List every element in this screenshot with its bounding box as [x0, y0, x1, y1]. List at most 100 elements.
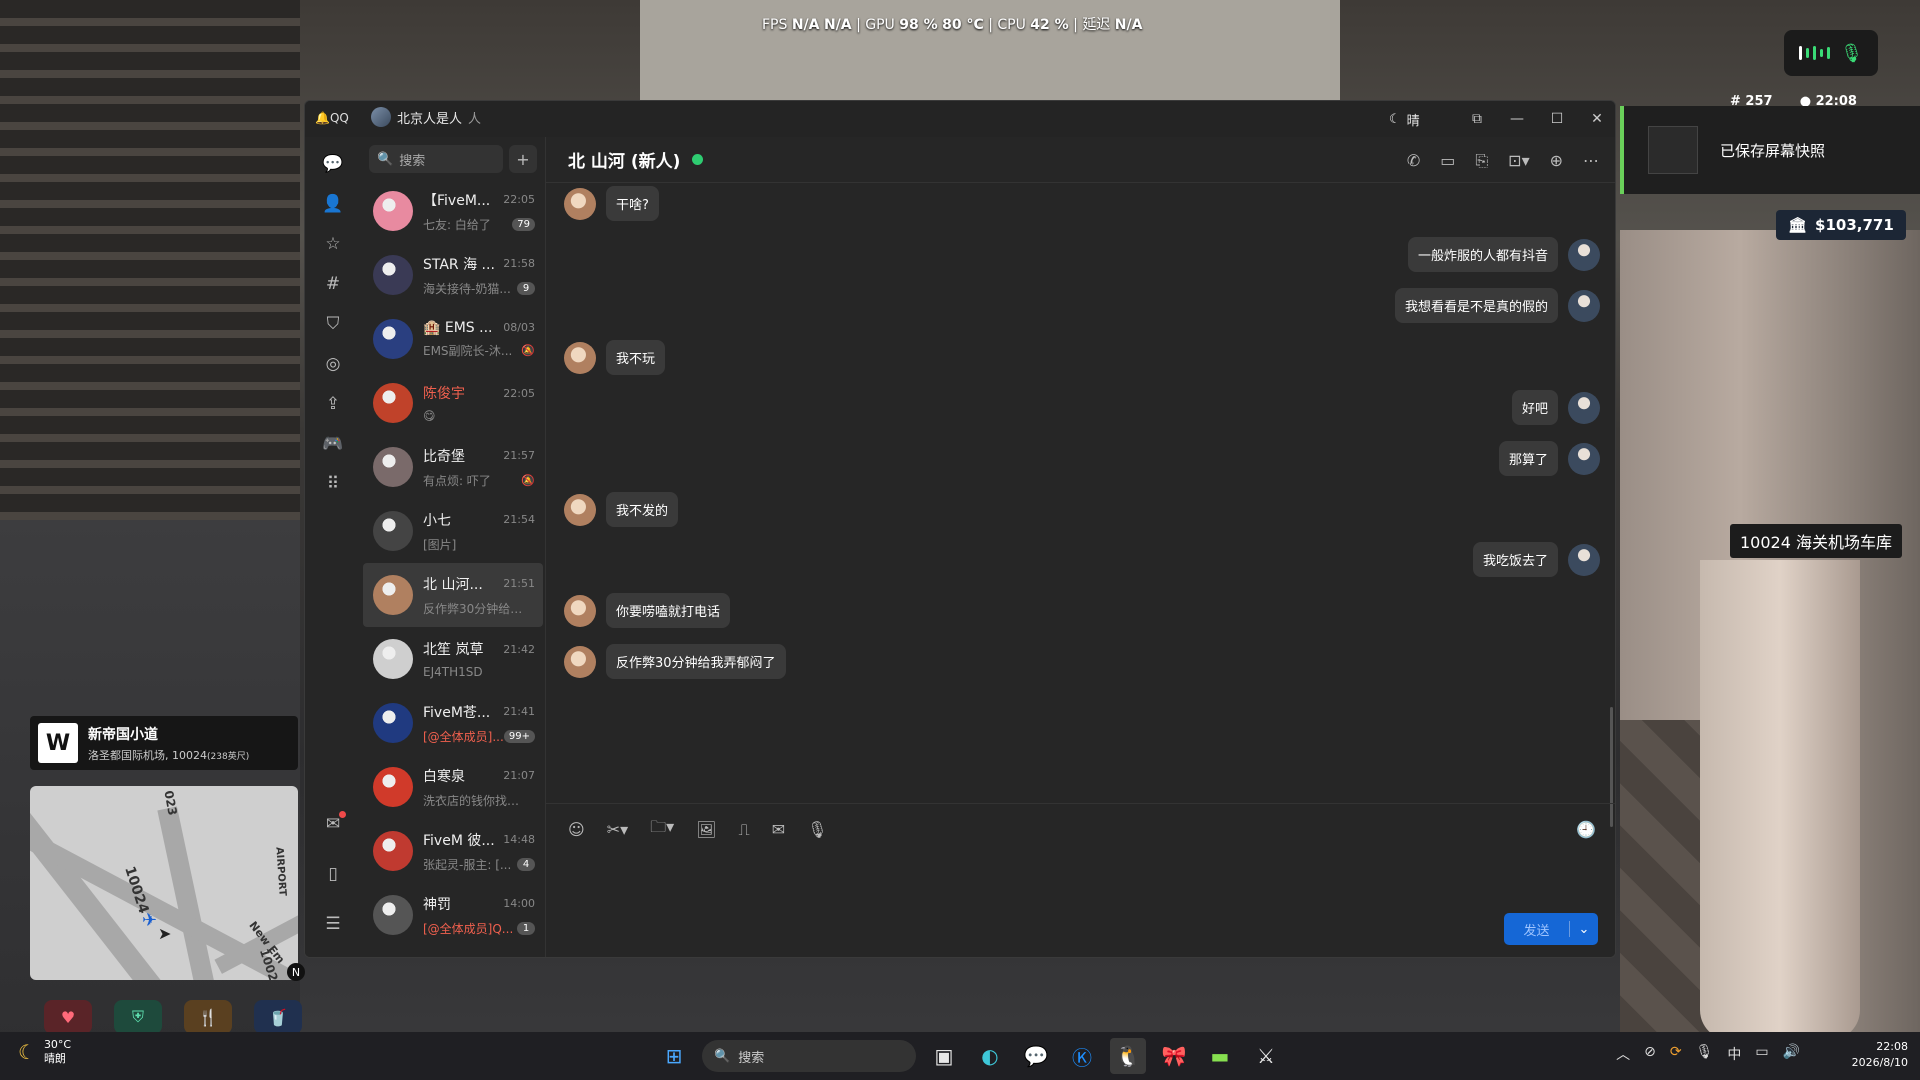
weather-widget[interactable]: ☾ 晴: [1389, 110, 1420, 129]
conversation-item[interactable]: 🏨 EMS ... 08/03 EMS副院长-沐... 🔕: [363, 307, 543, 371]
red-packet-icon[interactable]: ✉: [772, 820, 785, 839]
screenshot-icon[interactable]: ✂▾: [607, 820, 628, 839]
qzone-icon[interactable]: ⛉: [318, 309, 348, 339]
self-avatar[interactable]: [1568, 289, 1600, 322]
contact-avatar[interactable]: [564, 645, 596, 678]
tray-mic-icon[interactable]: 🎙: [1696, 1044, 1714, 1064]
contact-avatar[interactable]: [564, 594, 596, 627]
remote-assist-icon[interactable]: ⊡▾: [1508, 151, 1529, 171]
taskbar-weather[interactable]: ☾ 30°C 晴朗: [18, 1038, 71, 1066]
contact-avatar[interactable]: [564, 341, 596, 374]
tray-overflow-icon[interactable]: ︿: [1616, 1044, 1630, 1064]
chat-title[interactable]: 北 山河 (新人): [568, 147, 680, 172]
message-bubble[interactable]: 我不发的: [606, 492, 679, 527]
pin-window-button[interactable]: ⧉: [1457, 101, 1497, 137]
taskbar-clock[interactable]: 22:08 2026/8/10: [1852, 1039, 1908, 1071]
message-bubble[interactable]: 一般炸服的人都有抖音: [1407, 237, 1558, 272]
self-avatar[interactable]: [1568, 238, 1600, 271]
taskbar-search[interactable]: 🔍 搜索: [702, 1040, 916, 1072]
message-left: 我不玩: [564, 340, 666, 375]
display-icon[interactable]: ▭: [1755, 1044, 1768, 1064]
voice-call-icon[interactable]: ✆: [1407, 151, 1420, 171]
conversation-item[interactable]: 陈俊宇 22:05 😋: [363, 371, 543, 435]
self-avatar[interactable]: [1568, 543, 1600, 576]
message-bubble[interactable]: 你要唠嗑就打电话: [606, 593, 731, 628]
favorites-icon[interactable]: ☆: [318, 229, 348, 259]
ime-indicator[interactable]: 中: [1727, 1044, 1741, 1064]
conversation-avatar: [373, 255, 413, 295]
video-call-icon[interactable]: ▭: [1440, 151, 1455, 171]
message-bubble[interactable]: 我吃饭去了: [1472, 542, 1558, 577]
task-view-icon[interactable]: ▣: [926, 1038, 962, 1074]
message-bubble[interactable]: 反作弊30分钟给我弄郁闷了: [606, 644, 786, 679]
kook-icon[interactable]: ▬: [1202, 1038, 1238, 1074]
emoji-icon[interactable]: ☺: [568, 820, 585, 839]
message-bubble[interactable]: 我不玩: [606, 340, 666, 375]
game-icon[interactable]: 🎮: [318, 429, 348, 459]
add-contact-icon[interactable]: ⊕: [1550, 151, 1563, 171]
send-options-icon[interactable]: ⌄: [1570, 922, 1598, 937]
input-area[interactable]: ☺ ✂▾ 🗀▾ 🖼 ⎍ ✉ 🎙 🕘 发送 ⌄: [546, 803, 1615, 957]
conversation-item[interactable]: FiveM 彼... 14:48 张起灵-服主: [... 4: [363, 819, 543, 883]
search-input[interactable]: 🔍 搜索: [369, 145, 503, 173]
volume-icon[interactable]: 🔊: [1783, 1044, 1800, 1064]
anime-app-icon[interactable]: 🎀: [1156, 1038, 1192, 1074]
more-icon[interactable]: ⋯: [1583, 151, 1599, 171]
account-suffix: 人: [468, 111, 482, 127]
network-off-icon[interactable]: ⊘: [1644, 1044, 1656, 1064]
start-icon[interactable]: ⊞: [656, 1038, 692, 1074]
minimize-button[interactable]: —: [1497, 101, 1537, 137]
shake-icon[interactable]: ⎍: [738, 820, 749, 840]
add-button[interactable]: +: [509, 145, 537, 173]
folder-icon[interactable]: 🗀▾: [650, 816, 674, 843]
conversation-item[interactable]: FiveM苍... 21:41 [@全体成员]... 99+: [363, 691, 543, 755]
contacts-icon[interactable]: 👤: [318, 189, 348, 219]
contact-avatar[interactable]: [564, 187, 596, 220]
conversation-item[interactable]: STAR 海 ... 21:58 海关接待-奶猫... 9: [363, 243, 543, 307]
qq-taskbar-icon[interactable]: 🐧: [1110, 1038, 1146, 1074]
maximize-button[interactable]: ☐: [1537, 101, 1577, 137]
edge-icon[interactable]: ◐: [972, 1038, 1008, 1074]
game-launcher-icon[interactable]: ⚔: [1248, 1038, 1284, 1074]
phone-icon[interactable]: ▯: [318, 859, 348, 889]
discover-icon[interactable]: ◎: [318, 349, 348, 379]
message-bubble[interactable]: 干啥?: [606, 186, 659, 221]
unread-badge: 4: [517, 857, 535, 871]
menu-icon[interactable]: ☰: [318, 909, 348, 939]
contact-avatar[interactable]: [564, 493, 596, 526]
conversation-item[interactable]: 白寒泉 21:07 洗衣店的钱你找谁...: [363, 755, 543, 819]
account-switcher[interactable]: 北京人是人 人: [371, 107, 481, 127]
image-icon[interactable]: 🖼: [696, 820, 716, 839]
channels-icon[interactable]: #: [318, 269, 348, 299]
taskbar-search-icon: 🔍: [714, 1048, 731, 1064]
voice-message-icon[interactable]: 🎙: [807, 820, 827, 839]
self-avatar[interactable]: [1568, 442, 1600, 475]
send-label: 发送: [1523, 923, 1550, 939]
messages-icon[interactable]: 💬: [318, 149, 348, 179]
wechat-icon[interactable]: 💬: [1018, 1038, 1054, 1074]
conversation-item[interactable]: 北笙 岚草 21:42 EJ4TH1SD: [363, 627, 543, 691]
conversation-item[interactable]: 【FiveM... 22:05 七友: 白给了 79: [363, 179, 543, 243]
message-bubble[interactable]: 那算了: [1498, 441, 1558, 476]
conversation-avatar: [373, 831, 413, 871]
sync-icon[interactable]: ⟳: [1670, 1044, 1682, 1064]
mail-icon[interactable]: ✉: [318, 809, 348, 839]
conversation-item[interactable]: 神罚 14:00 [@全体成员]Q... 1: [363, 883, 543, 947]
kook-k-icon[interactable]: Ⓚ: [1064, 1038, 1100, 1074]
self-avatar[interactable]: [1568, 391, 1600, 424]
send-button[interactable]: 发送 ⌄: [1504, 913, 1598, 945]
apps-grid-icon[interactable]: ⠿: [318, 469, 348, 499]
message-bubble[interactable]: 好吧: [1511, 390, 1558, 425]
close-button[interactable]: ✕: [1577, 101, 1615, 137]
latency-value: N/A: [1114, 17, 1143, 33]
history-icon[interactable]: 🕘: [1576, 820, 1596, 839]
conversation-avatar: [373, 703, 413, 743]
upload-icon[interactable]: ⇪: [318, 389, 348, 419]
message-bubble[interactable]: 我想看看是不是真的假的: [1394, 288, 1558, 323]
conversation-item[interactable]: 比奇堡 21:57 有点烦: 吓了 🔕: [363, 435, 543, 499]
clock-date: 2026/8/10: [1851, 1056, 1908, 1069]
screen-share-icon[interactable]: ⎘: [1475, 151, 1488, 171]
conversation-item[interactable]: 北 山河... 21:51 反作弊30分钟给我...: [363, 563, 543, 627]
conversation-item[interactable]: 小七 21:54 [图片]: [363, 499, 543, 563]
fps-value: N/A: [791, 17, 820, 33]
